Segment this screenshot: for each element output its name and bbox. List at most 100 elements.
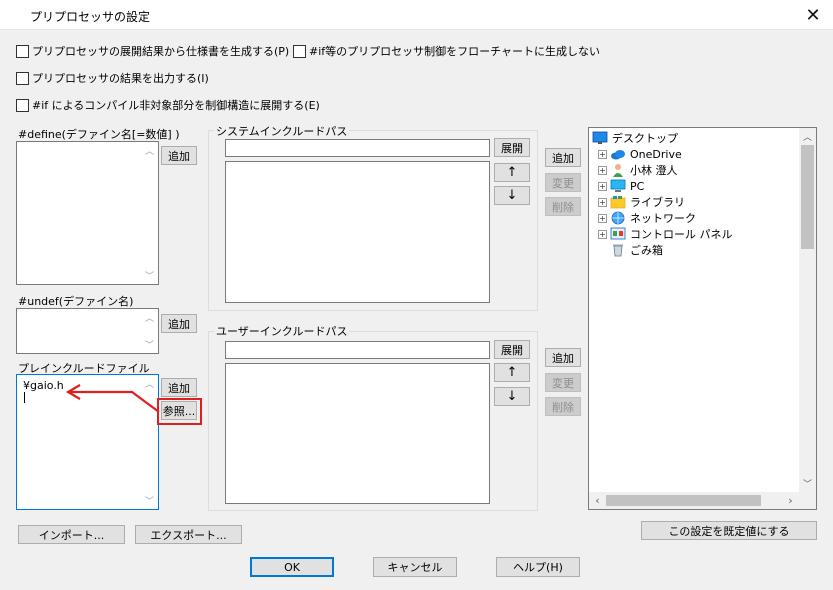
system-include-listbox[interactable] xyxy=(225,161,490,303)
library-icon xyxy=(610,196,626,209)
undef-label: #undef(デファイン名) xyxy=(18,295,134,308)
define-add-button[interactable]: 追加 xyxy=(161,146,197,165)
expand-if-checkbox[interactable]: #if によるコンパイル非対象部分を制御構造に展開する(E) xyxy=(16,97,320,113)
no-flowchart-label: #if等のプリプロセッサ制御をフローチャートに生成しない xyxy=(309,45,601,58)
tree-item-pc[interactable]: + PC xyxy=(592,178,733,194)
preinclude-add-button[interactable]: 追加 xyxy=(161,378,197,397)
expand-plus-icon[interactable]: + xyxy=(598,229,607,239)
close-icon: ✕ xyxy=(805,4,821,26)
desktop-icon xyxy=(592,131,608,144)
define-listbox[interactable]: ︿ ﹀ xyxy=(16,141,159,285)
tree-item-recycle-bin[interactable]: ごみ箱 xyxy=(592,242,733,258)
window-title: プリプロセッサの設定 xyxy=(30,10,151,24)
scroll-down-icon[interactable]: ﹀ xyxy=(141,336,158,353)
annotation-arrow-icon xyxy=(65,384,160,413)
tree-content: デスクトップ + OneDrive + 小林 澄人 + PC + ライブラリ +… xyxy=(592,130,733,258)
tree-hscroll-thumb[interactable] xyxy=(606,495,761,506)
arrow-down-icon: ↓ xyxy=(506,188,518,203)
expand-plus-icon[interactable]: + xyxy=(598,197,607,207)
gen-spec-label: プリプロセッサの展開結果から仕様書を生成する(P) xyxy=(32,45,290,58)
user-change-button[interactable]: 変更 xyxy=(545,373,581,392)
control-panel-icon xyxy=(610,227,626,240)
tree-item-control-panel[interactable]: + コントロール パネル xyxy=(592,226,733,242)
text-caret xyxy=(24,392,25,403)
tree-item-label: PC xyxy=(630,179,645,193)
tree-item-label: ごみ箱 xyxy=(630,244,663,257)
user-include-label: ユーザーインクルードパス xyxy=(214,323,350,339)
export-button[interactable]: エクスポート... xyxy=(135,525,242,544)
define-label: #define(デファイン名[=数値] ) xyxy=(18,128,180,141)
tree-item-library[interactable]: + ライブラリ xyxy=(592,194,733,210)
set-default-button[interactable]: この設定を既定値にする xyxy=(641,521,817,540)
user-delete-button[interactable]: 削除 xyxy=(545,397,581,416)
scroll-down-icon[interactable]: ﹀ xyxy=(141,267,158,284)
user-icon xyxy=(613,164,623,177)
help-button[interactable]: ヘルプ(H) xyxy=(496,557,580,577)
user-expand-button[interactable]: 展開 xyxy=(494,340,530,359)
tree-item-label: コントロール パネル xyxy=(630,228,733,241)
scroll-up-icon[interactable]: ︿ xyxy=(141,309,158,326)
expand-plus-icon[interactable]: + xyxy=(598,181,607,191)
tree-vscroll-thumb[interactable] xyxy=(801,145,814,249)
preinclude-item[interactable]: ¥gaio.h xyxy=(23,379,64,392)
tree-item-desktop[interactable]: デスクトップ xyxy=(592,130,733,146)
checkbox-box[interactable] xyxy=(16,98,29,112)
system-change-button[interactable]: 変更 xyxy=(545,173,581,192)
scroll-right-icon[interactable]: › xyxy=(782,492,799,509)
scroll-up-icon[interactable]: ︿ xyxy=(799,128,816,145)
tree-vscrollbar[interactable]: ︿ ﹀ xyxy=(799,128,816,492)
tree-hscrollbar[interactable]: ‹ › xyxy=(589,492,799,509)
user-down-button[interactable]: ↓ xyxy=(494,387,530,406)
tree-item-onedrive[interactable]: + OneDrive xyxy=(592,146,733,162)
expand-plus-icon[interactable]: + xyxy=(598,165,607,175)
tree-item-label: デスクトップ xyxy=(612,132,678,145)
tree-item-label: ネットワーク xyxy=(630,212,696,225)
define-scrollbar[interactable]: ︿ ﹀ xyxy=(141,142,158,284)
arrow-up-icon: ↑ xyxy=(506,165,518,180)
pc-icon xyxy=(610,179,626,192)
tree-item-user[interactable]: + 小林 澄人 xyxy=(592,162,733,178)
close-button[interactable]: ✕ xyxy=(793,0,833,30)
system-delete-button[interactable]: 削除 xyxy=(545,197,581,216)
arrow-up-icon: ↑ xyxy=(506,365,518,380)
expand-plus-icon[interactable]: + xyxy=(598,149,607,159)
expand-plus-icon[interactable]: + xyxy=(598,213,607,223)
system-down-button[interactable]: ↓ xyxy=(494,186,530,205)
output-result-checkbox[interactable]: プリプロセッサの結果を出力する(I) xyxy=(16,70,209,86)
undef-listbox[interactable]: ︿ ﹀ xyxy=(16,308,159,354)
tree-item-label: 小林 澄人 xyxy=(630,164,678,177)
ok-button[interactable]: OK xyxy=(250,557,334,577)
folder-tree[interactable]: デスクトップ + OneDrive + 小林 澄人 + PC + ライブラリ +… xyxy=(588,127,817,510)
scroll-up-icon[interactable]: ︿ xyxy=(141,142,158,159)
import-button[interactable]: インポート... xyxy=(18,525,125,544)
scroll-down-icon[interactable]: ﹀ xyxy=(141,492,158,509)
system-add-button[interactable]: 追加 xyxy=(545,148,581,167)
checkbox-box[interactable] xyxy=(16,71,29,85)
gen-spec-checkbox[interactable]: プリプロセッサの展開結果から仕様書を生成する(P) xyxy=(16,43,289,59)
user-include-listbox[interactable] xyxy=(225,363,490,504)
tree-item-network[interactable]: + ネットワーク xyxy=(592,210,733,226)
system-expand-button[interactable]: 展開 xyxy=(494,138,530,157)
arrow-down-icon: ↓ xyxy=(506,389,518,404)
recycle-bin-icon xyxy=(613,244,623,257)
system-include-input[interactable] xyxy=(225,139,490,157)
undef-scrollbar[interactable]: ︿ ﹀ xyxy=(141,309,158,353)
scroll-corner xyxy=(799,492,816,509)
expand-if-label: #if によるコンパイル非対象部分を制御構造に展開する(E) xyxy=(32,99,320,112)
scroll-left-icon[interactable]: ‹ xyxy=(589,492,606,509)
onedrive-icon xyxy=(611,150,625,160)
user-include-input[interactable] xyxy=(225,341,490,359)
user-up-button[interactable]: ↑ xyxy=(494,363,530,382)
system-include-label: システムインクルードパス xyxy=(214,123,350,139)
tree-item-label: ライブラリ xyxy=(630,196,685,209)
network-icon xyxy=(611,211,625,225)
undef-add-button[interactable]: 追加 xyxy=(161,314,197,333)
output-result-label: プリプロセッサの結果を出力する(I) xyxy=(32,72,209,85)
system-up-button[interactable]: ↑ xyxy=(494,163,530,182)
user-add-button[interactable]: 追加 xyxy=(545,348,581,367)
cancel-button[interactable]: キャンセル xyxy=(373,557,457,577)
no-flowchart-checkbox[interactable]: #if等のプリプロセッサ制御をフローチャートに生成しない xyxy=(293,43,600,59)
checkbox-box[interactable] xyxy=(293,44,306,58)
scroll-down-icon[interactable]: ﹀ xyxy=(799,475,816,492)
checkbox-box[interactable] xyxy=(16,44,29,58)
